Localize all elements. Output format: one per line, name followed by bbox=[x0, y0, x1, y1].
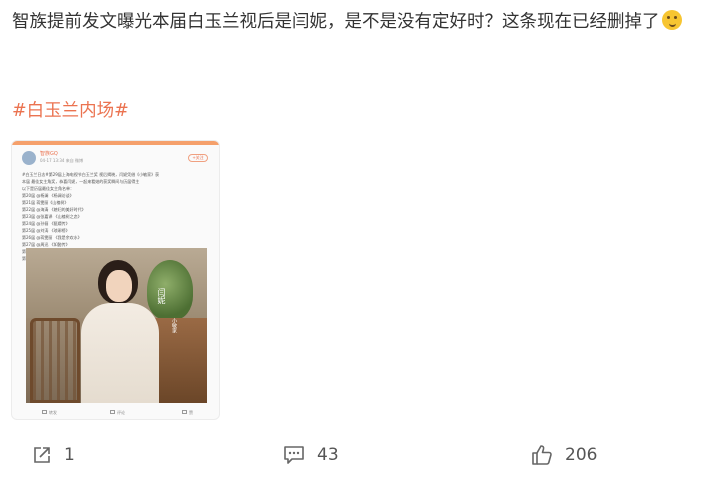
image-text-line: 第25届 @刘涛 《琅琊榜》 bbox=[22, 228, 70, 233]
image-action-bar: 转发 评论 赞 bbox=[22, 409, 212, 417]
image-text-line: 第23届 @张嘉译 《山楂树之恋》 bbox=[22, 214, 82, 219]
image-follow-button: +关注 bbox=[188, 154, 208, 162]
actress-photo: 闫妮 小敏家 bbox=[26, 248, 207, 403]
image-text-line: 第21届 蒋雯丽《山楂树》 bbox=[22, 200, 69, 205]
thumbs-up-icon bbox=[532, 445, 552, 465]
image-text-line: 第20届 @杨澜 《杨澜访谈》 bbox=[22, 193, 74, 198]
like-icon bbox=[182, 410, 187, 414]
image-text-line: 第26届 @蒋雯丽 《我是余欢水》 bbox=[22, 235, 82, 240]
like-count: 206 bbox=[565, 445, 598, 465]
image-text-line: 第27届 @周迅 《如懿传》 bbox=[22, 242, 70, 247]
post-body: 智族提前发文曝光本届白玉兰视后是闫妮，是不是没有定好时？这条现在已经删掉了 bbox=[12, 12, 660, 32]
post-image[interactable]: 智族GQ 04-17 13:34 来自 微博 +关注 #白玉兰日志#第29届上海… bbox=[11, 140, 220, 420]
comment-count: 43 bbox=[317, 445, 339, 465]
image-post-header: 智族GQ 04-17 13:34 来自 微博 +关注 bbox=[22, 151, 212, 167]
image-text-line: 第22届 @海清 《媳妇的美好时代》 bbox=[22, 207, 86, 212]
photo-caption-name: 闫妮 bbox=[157, 288, 166, 304]
photo-caption-show: 小敏家 bbox=[171, 318, 177, 333]
image-share-action: 转发 bbox=[42, 409, 57, 417]
image-text-line: 以下是历届最佳女主角名单： bbox=[22, 186, 74, 191]
plant-decor bbox=[147, 260, 193, 320]
actress-figure bbox=[81, 303, 159, 403]
image-text-line: 本届 最佳女主角奖，恭喜闫妮，一起来看她的获奖瞬间与历届得主 bbox=[22, 179, 140, 184]
image-like-action: 赞 bbox=[182, 409, 193, 417]
post-text: 智族提前发文曝光本届白玉兰视后是闫妮，是不是没有定好时？这条现在已经删掉了 bbox=[12, 8, 692, 36]
comment-button[interactable]: 43 bbox=[283, 440, 339, 470]
share-count: 1 bbox=[64, 445, 75, 465]
share-button[interactable]: 1 bbox=[32, 440, 75, 470]
hashtag-link[interactable]: #白玉兰内场# bbox=[12, 98, 129, 124]
rattan-chair bbox=[30, 318, 80, 403]
image-comment-action: 评论 bbox=[110, 409, 125, 417]
comment-icon bbox=[284, 446, 304, 464]
image-top-bar bbox=[12, 141, 219, 145]
post-action-bar: 1 43 206 bbox=[0, 440, 707, 470]
like-button[interactable]: 206 bbox=[531, 440, 597, 470]
comment-icon bbox=[110, 410, 115, 414]
image-post-meta: 04-17 13:34 来自 微博 bbox=[40, 158, 83, 163]
image-username: 智族GQ bbox=[40, 151, 58, 157]
image-text-line: #白玉兰日志#第29届上海电视节白玉兰奖 视后揭晓，闫妮凭借《小敏家》获 bbox=[22, 172, 160, 177]
thinking-face-emoji-icon bbox=[661, 10, 682, 30]
share-icon bbox=[42, 410, 47, 414]
image-avatar bbox=[22, 151, 36, 165]
share-icon bbox=[34, 447, 50, 463]
image-text-line: 第24届 @孙俪 《甄嬛传》 bbox=[22, 221, 70, 226]
